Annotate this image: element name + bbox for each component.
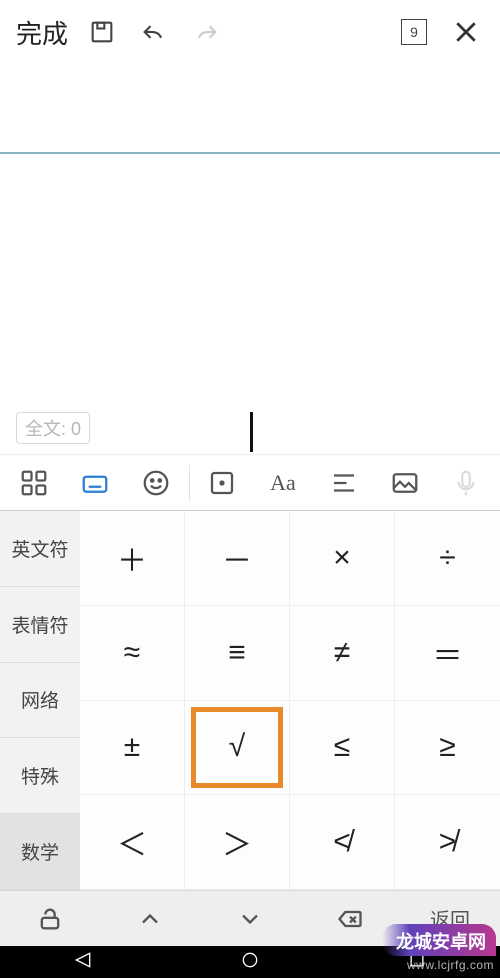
- redo-icon: [184, 10, 228, 54]
- mic-icon: [437, 455, 494, 510]
- text-cursor: [250, 412, 253, 452]
- symbol-key[interactable]: ≯: [395, 795, 500, 890]
- lock-icon[interactable]: [0, 891, 100, 946]
- category-2[interactable]: 网络: [0, 663, 80, 739]
- page-counter[interactable]: 9: [392, 10, 436, 54]
- editor-area[interactable]: 全文: 0: [0, 64, 500, 454]
- undo-icon[interactable]: [132, 10, 176, 54]
- fullscreen-icon[interactable]: [194, 455, 251, 510]
- nav-back-icon[interactable]: [73, 950, 93, 975]
- title-divider: [0, 152, 500, 154]
- symbol-key[interactable]: ≠: [290, 606, 395, 701]
- image-icon[interactable]: [376, 455, 433, 510]
- symbol-key[interactable]: ±: [80, 701, 185, 796]
- return-button[interactable]: 返回: [400, 891, 500, 946]
- apps-icon[interactable]: [6, 455, 63, 510]
- emoji-icon[interactable]: [128, 455, 185, 510]
- category-1[interactable]: 表情符: [0, 587, 80, 663]
- close-icon[interactable]: [444, 10, 488, 54]
- symbol-key[interactable]: －: [185, 511, 290, 606]
- expand-down-icon[interactable]: [200, 891, 300, 946]
- symbol-key[interactable]: ＝: [395, 606, 500, 701]
- text-format-icon[interactable]: Aa: [255, 455, 312, 510]
- symbol-key[interactable]: ≤: [290, 701, 395, 796]
- symbol-key[interactable]: ＋: [80, 511, 185, 606]
- symbol-key[interactable]: ＞: [185, 795, 290, 890]
- done-button[interactable]: 完成: [12, 14, 72, 51]
- symbol-key[interactable]: ≈: [80, 606, 185, 701]
- symbol-key[interactable]: ＜: [80, 795, 185, 890]
- backspace-icon[interactable]: [300, 891, 400, 946]
- nav-recent-icon[interactable]: [407, 950, 427, 975]
- category-0[interactable]: 英文符: [0, 511, 80, 587]
- category-3[interactable]: 特殊: [0, 738, 80, 814]
- save-icon[interactable]: [80, 10, 124, 54]
- category-4[interactable]: 数学: [0, 814, 80, 890]
- align-icon[interactable]: [315, 455, 372, 510]
- nav-home-icon[interactable]: [240, 950, 260, 975]
- collapse-up-icon[interactable]: [100, 891, 200, 946]
- symbol-key[interactable]: ≥: [395, 701, 500, 796]
- symbol-key[interactable]: ×: [290, 511, 395, 606]
- symbol-key[interactable]: ≡: [185, 606, 290, 701]
- android-navbar: [0, 946, 500, 978]
- symbol-key[interactable]: √: [185, 701, 290, 796]
- word-count-badge: 全文: 0: [16, 412, 90, 444]
- symbol-key[interactable]: ≮: [290, 795, 395, 890]
- symbol-key[interactable]: ÷: [395, 511, 500, 606]
- keyboard-icon[interactable]: [67, 455, 124, 510]
